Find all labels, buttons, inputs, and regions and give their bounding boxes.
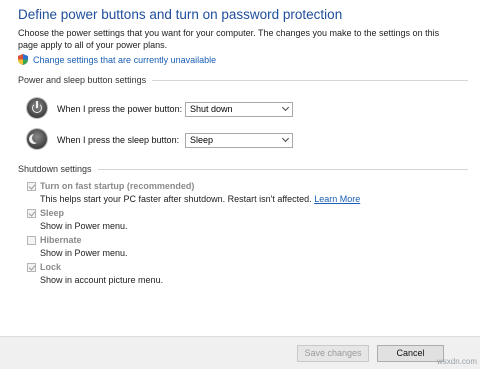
- checkmark-icon: [28, 182, 36, 190]
- section-divider: [152, 79, 468, 81]
- checkmark-icon: [28, 209, 36, 217]
- section-divider: [97, 168, 468, 170]
- sleep-button-value: Sleep: [190, 135, 214, 145]
- watermark: wsxdn.com: [436, 357, 477, 366]
- power-button-value: Shut down: [190, 104, 233, 114]
- uac-shield-icon: [18, 54, 28, 65]
- page-title: Define power buttons and turn on passwor…: [18, 7, 343, 22]
- lock-menu-description: Show in account picture menu.: [40, 275, 164, 285]
- sleep-menu-label: Sleep: [40, 208, 65, 218]
- hibernate-menu-description: Show in Power menu.: [40, 248, 128, 258]
- chevron-down-icon: [281, 103, 290, 112]
- learn-more-link[interactable]: Learn More: [314, 194, 360, 204]
- fast-startup-description: This helps start your PC faster after sh…: [40, 194, 360, 204]
- fast-startup-label: Turn on fast startup (recommended): [40, 181, 195, 191]
- lock-menu-checkbox[interactable]: [27, 263, 36, 272]
- save-changes-button[interactable]: Save changes: [297, 345, 369, 362]
- page-description: Choose the power settings that you want …: [18, 27, 439, 51]
- sleep-menu-checkbox[interactable]: [27, 209, 36, 218]
- fast-startup-checkbox[interactable]: [27, 182, 36, 191]
- shutdown-section-header: Shutdown settings: [18, 164, 468, 174]
- sleep-button-select[interactable]: Sleep: [185, 133, 293, 148]
- chevron-down-icon: [281, 134, 290, 143]
- checkmark-icon: [28, 263, 36, 271]
- fast-startup-description-text: This helps start your PC faster after sh…: [40, 194, 312, 204]
- change-settings-label: Change settings that are currently unava…: [33, 54, 217, 65]
- power-sleep-section-header: Power and sleep button settings: [18, 75, 468, 85]
- power-button-select[interactable]: Shut down: [185, 102, 293, 117]
- power-button-icon: [27, 98, 47, 118]
- lock-menu-label: Lock: [40, 262, 62, 272]
- sleep-button-label: When I press the sleep button:: [57, 135, 180, 145]
- description-line-1: Choose the power settings that you want …: [18, 28, 440, 38]
- sleep-menu-description: Show in Power menu.: [40, 221, 128, 231]
- sleep-button-icon: [27, 129, 47, 149]
- cancel-button[interactable]: Cancel: [377, 345, 444, 362]
- change-settings-link[interactable]: Change settings that are currently unava…: [18, 54, 216, 65]
- description-line-2: page apply to all of your power plans.: [18, 40, 168, 50]
- section-title: Power and sleep button settings: [18, 75, 147, 85]
- hibernate-menu-checkbox[interactable]: [27, 236, 36, 245]
- power-button-label: When I press the power button:: [57, 104, 183, 114]
- hibernate-menu-label: Hibernate: [40, 235, 82, 245]
- section-title: Shutdown settings: [18, 164, 92, 174]
